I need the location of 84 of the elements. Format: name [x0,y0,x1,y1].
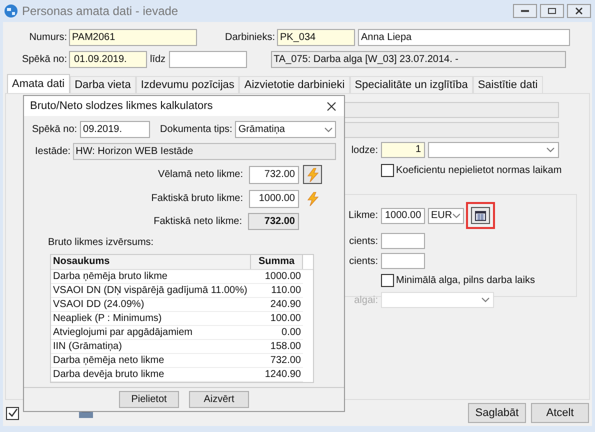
field-label: Spēkā no: [20,52,68,66]
workload-field[interactable]: 1 [381,142,425,158]
field-label: lodze: [350,144,378,158]
tab[interactable]: Amata dati [7,74,70,93]
document-type-dropdown[interactable]: Grāmatiņa [235,121,336,138]
app-globe-icon [4,4,18,18]
field-label: Numurs: [28,30,68,44]
table-cell-text: Darba ņēmēja bruto likme [52,270,168,283]
field-label: algai: [353,294,378,308]
table-cell-text: 0.00 [280,326,302,339]
tab[interactable]: Aizvietotie darbinieki [239,76,350,93]
table-cell-text: 100.00 [269,312,302,325]
rate-field[interactable]: 1000.00 [381,208,425,224]
rate-field[interactable]: 732.00 [249,166,299,184]
field-label: Faktiskā bruto likme: [151,192,244,206]
coefficient-field[interactable] [381,233,425,249]
tab[interactable]: Saistītie dati [472,76,543,93]
close-button[interactable] [325,100,338,112]
window-title: Personas amata dati - ievade [22,3,178,20]
dialog-button[interactable]: Pielietot [119,391,179,408]
coefficient-field[interactable] [381,253,425,269]
tab[interactable]: Specialitāte un izglītība [350,76,473,93]
field-label: Darbinieks: [224,30,276,44]
currency-dropdown[interactable]: EUR [428,208,464,224]
result-field: 732.00 [248,213,299,230]
institution-field: HW: Horizon WEB Iestāde [72,143,336,160]
table-cell-text: Atvieglojumi par apgādājamiem [52,326,194,339]
column-header: Summa [251,255,303,269]
column-header: Nosaukums [51,255,251,269]
table-cell-text: VSAOI DD (24.09%) [52,298,146,311]
field-label: Dokumenta tips: [160,123,234,137]
calculator-button[interactable] [471,207,490,224]
employee-name-field[interactable]: Anna Liepa [358,28,570,46]
dropdown-caret-icon [452,212,461,218]
footer-button[interactable]: Atcelt [531,403,589,423]
tab[interactable]: Izdevumu pozīcijas [136,76,240,93]
field-label: cients: [348,234,378,248]
end-date-field[interactable] [168,50,247,68]
coefficient-checkbox[interactable] [381,164,394,176]
footer-button[interactable]: Saglabāt [468,403,526,423]
close-icon [575,7,583,15]
table-cell-text: Darba ņēmēja neto likme [52,354,166,367]
table-cell-text: 1240.90 [264,368,302,381]
number-field[interactable]: PAM2061 [69,28,197,46]
field-label: Iestāde: [35,145,72,159]
table-cell-text: 240.90 [269,298,302,311]
table-cell-text: Neapliek (P : Minimums) [52,312,163,325]
field-label: Vēlamā neto likme: [158,168,244,182]
table-cell-text: 1000.00 [264,270,302,283]
table-cell-text: 110.00 [270,284,302,297]
tab[interactable]: Darba vieta [70,76,136,93]
contract-info-field: TA_075: Darba alga [W_03] 23.07.2014. - [270,50,566,68]
dropdown-caret-icon [324,126,333,132]
table-cell-text: IIN (Grāmatiņa) [52,340,123,353]
field-label: Faktiskā neto likme: [154,215,243,229]
lightning-icon [306,192,318,206]
rate-field[interactable]: 1000.00 [249,190,299,208]
field-label: līdz [149,52,167,66]
table-cell-text: Darba devēja bruto likme [52,368,166,381]
calculator-icon [475,210,486,220]
field-label: cients: [348,254,378,268]
field-label: Likme: [348,209,378,223]
checkbox-label: Minimālā alga, pilns darba laiks [396,274,535,288]
minimum-wage-checkbox[interactable] [381,274,394,287]
dialog-title: Bruto/Neto slodzes likmes kalkulators [30,98,213,114]
close-button[interactable] [567,4,591,18]
approved-checkbox[interactable] [6,406,19,420]
field-label: Spēkā no: [32,123,78,137]
checkbox-label: Koeficientu nepielietot normas laikam [396,164,562,178]
date-field[interactable]: 09.2019. [80,121,150,138]
lightning-icon [306,168,318,182]
dialog-button[interactable]: Aizvērt [189,391,249,408]
dropdown-caret-icon [481,297,490,303]
minimize-button[interactable] [513,4,537,18]
table-cell-text: 158.00 [269,340,302,353]
table-cell-text: VSAOI DN (DŅ vispārējā gadījumā 11.00%) [52,284,248,297]
maximize-button[interactable] [540,4,564,18]
dropdown-caret-icon [546,147,555,153]
table-cell-text: 732.00 [269,354,302,367]
section-label: Bruto likmes izvērsums: [47,236,155,250]
employee-code-field[interactable]: PK_034 [277,28,355,46]
calculate-button[interactable] [303,165,322,184]
close-icon [327,102,336,110]
start-date-field[interactable]: 01.09.2019. [69,50,147,68]
